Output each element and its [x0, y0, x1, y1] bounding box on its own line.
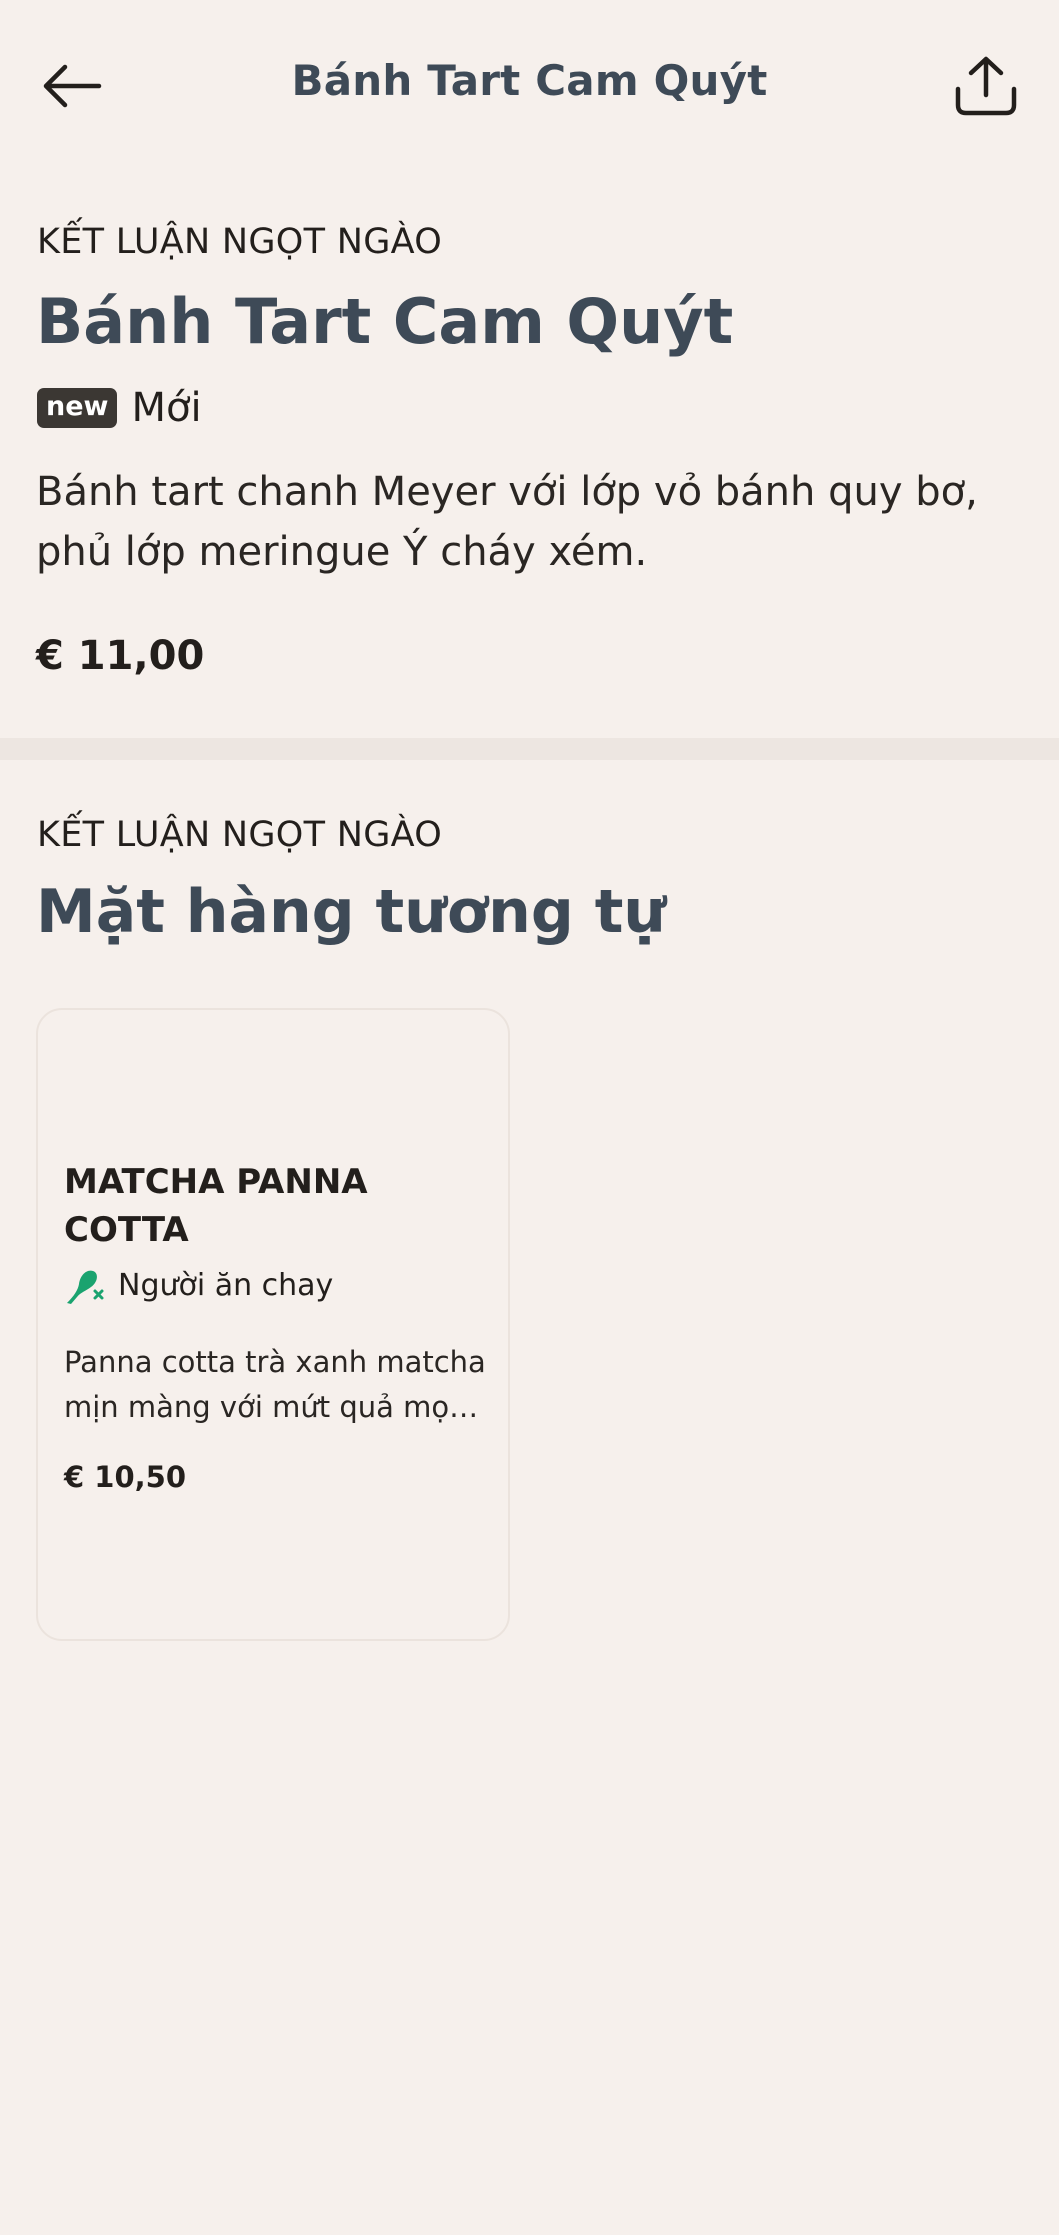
back-button[interactable] [36, 50, 108, 122]
new-label: Mới [131, 385, 202, 431]
similar-item-price: € 10,50 [64, 1460, 187, 1494]
share-button[interactable] [948, 48, 1024, 124]
diet-tag: Người ăn chay [64, 1264, 333, 1306]
product-title: Bánh Tart Cam Quýt [36, 285, 734, 358]
product-tags: new Mới [37, 385, 202, 431]
section-divider [0, 738, 1059, 760]
similar-item-card[interactable]: MATCHA PANNA COTTA Người ăn chay Panna c… [36, 1008, 510, 1641]
product-category: KẾT LUẬN NGỌT NGÀO [37, 222, 443, 262]
product-description: Bánh tart chanh Meyer với lớp vỏ bánh qu… [36, 469, 978, 575]
similar-item-description: Panna cotta trà xanh matcha mịn màng với… [64, 1345, 486, 1424]
similar-category: KẾT LUẬN NGỌT NGÀO [37, 815, 443, 855]
new-badge: new [37, 388, 118, 428]
vegetarian-icon [67, 1270, 104, 1304]
product-detail-page: Bánh Tart Cam Quýt KẾT LUẬN NGỌT NGÀO Bá… [0, 0, 1059, 2235]
similar-item-name: MATCHA PANNA COTTA [64, 1162, 368, 1250]
arrow-left-icon [43, 64, 102, 108]
top-app-bar: Bánh Tart Cam Quýt [0, 0, 1059, 170]
diet-label: Người ăn chay [118, 1267, 334, 1303]
product-price: € 11,00 [36, 633, 205, 679]
share-icon [955, 56, 1017, 116]
app-bar-title: Bánh Tart Cam Quýt [291, 56, 768, 105]
similar-items-title: Mặt hàng tương tự [36, 877, 667, 947]
